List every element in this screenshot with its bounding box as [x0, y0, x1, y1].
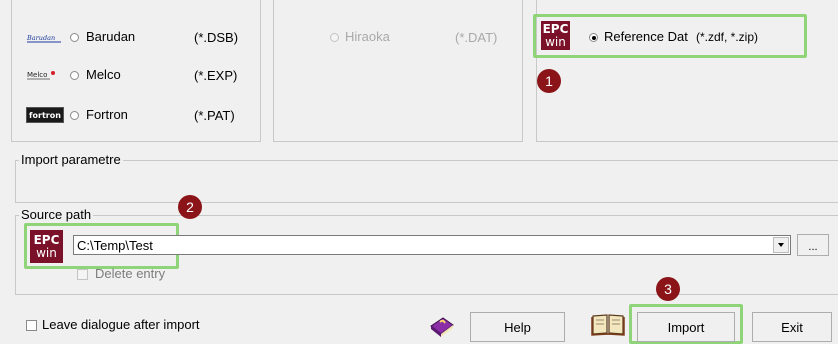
browse-button-label: ... — [808, 241, 818, 253]
hiraoka-radio[interactable] — [330, 33, 339, 42]
source-path-combobox[interactable]: C:\Temp\Test — [73, 235, 791, 255]
format-group-middle — [273, 0, 523, 142]
fortron-logo: fortron — [26, 107, 64, 123]
exit-button-label: Exit — [781, 319, 803, 335]
reference-label: Reference Dat — [604, 29, 688, 44]
help-button-label: Help — [504, 319, 531, 335]
import-params-legend: Import parametre — [19, 152, 123, 167]
chevron-down-icon — [778, 243, 784, 247]
epc-logo-source-line1: EPC — [33, 232, 60, 247]
exit-button[interactable]: Exit — [752, 312, 832, 342]
reference-radio[interactable] — [589, 33, 598, 42]
hiraoka-label: Hiraoka — [345, 29, 390, 44]
epc-logo-line1: EPC — [542, 21, 569, 36]
source-path-value: C:\Temp\Test — [77, 238, 153, 253]
svg-text:Barudan: Barudan — [26, 34, 55, 42]
import-button-label: Import — [667, 319, 705, 335]
delete-entry-checkbox[interactable] — [77, 269, 88, 280]
barudan-radio[interactable] — [70, 33, 79, 42]
melco-ext: (*.EXP) — [194, 68, 238, 83]
import-params-group — [15, 160, 838, 203]
barudan-label: Barudan — [86, 29, 136, 44]
help-book-icon-svg — [430, 317, 454, 337]
barudan-logo-icon: Barudan — [26, 34, 61, 43]
epc-logo-line2: win — [545, 34, 566, 49]
help-button[interactable]: Help — [470, 312, 565, 342]
melco-logo: Melco — [26, 68, 62, 82]
step-badge-2: 2 — [178, 195, 202, 219]
source-path-legend: Source path — [19, 207, 94, 222]
leave-dialogue-checkbox[interactable] — [26, 320, 37, 331]
melco-label: Melco — [86, 67, 121, 82]
step-badge-3: 3 — [656, 277, 680, 301]
melco-logo-icon: Melco — [27, 71, 55, 80]
epc-logo-source: EPC win — [30, 230, 63, 263]
hiraoka-ext: (*.DAT) — [455, 30, 498, 45]
help-book-icon[interactable] — [428, 313, 456, 339]
barudan-ext: (*.DSB) — [194, 30, 239, 45]
delete-entry-label: Delete entry — [95, 266, 166, 281]
epc-logo-source-line2: win — [36, 245, 57, 260]
reference-ext: (*.zdf, *.zip) — [696, 30, 759, 44]
fortron-logo-text: fortron — [29, 110, 61, 120]
fortron-radio[interactable] — [70, 111, 79, 120]
fortron-label: Fortron — [86, 107, 128, 122]
leave-dialogue-label: Leave dialogue after import — [42, 317, 200, 332]
epc-logo-reference: EPC win — [541, 21, 570, 50]
barudan-logo: Barudan — [26, 30, 62, 44]
import-button[interactable]: Import — [637, 312, 735, 342]
melco-radio[interactable] — [70, 71, 79, 80]
svg-text:Melco: Melco — [27, 71, 47, 79]
fortron-ext: (*.PAT) — [194, 108, 235, 123]
open-book-icon[interactable] — [591, 312, 625, 336]
browse-button[interactable]: ... — [797, 234, 829, 256]
step-badge-1: 1 — [537, 69, 561, 93]
source-path-dropdown-button[interactable] — [773, 237, 789, 253]
open-book-icon-svg — [591, 314, 625, 336]
